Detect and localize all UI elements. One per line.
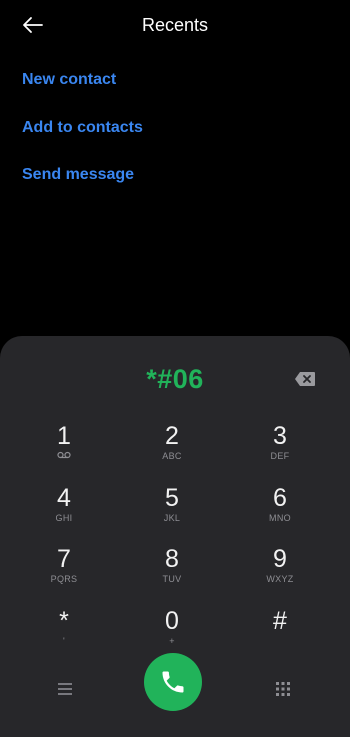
key-2[interactable]: 2 ABC [122, 422, 222, 478]
key-letters: JKL [163, 513, 181, 523]
key-digit: * [59, 607, 69, 635]
key-letters: ABC [162, 451, 182, 461]
dialer-screen: Recents New contact Add to contacts Send… [0, 0, 350, 737]
call-button[interactable] [144, 653, 202, 711]
key-digit: 7 [57, 545, 71, 573]
menu-button[interactable] [50, 676, 80, 702]
add-to-contacts-option[interactable]: Add to contacts [22, 112, 143, 160]
key-1[interactable]: 1 [14, 422, 114, 478]
key-5[interactable]: 5 JKL [122, 484, 222, 540]
key-9[interactable]: 9 WXYZ [230, 545, 330, 601]
key-star[interactable]: * ' [14, 607, 114, 663]
phone-icon [162, 671, 184, 693]
key-letters: WXYZ [266, 574, 294, 584]
key-digit: 8 [165, 545, 179, 573]
key-digit: 4 [57, 484, 71, 512]
key-letters: DEF [270, 451, 290, 461]
key-hash[interactable]: # [230, 607, 330, 663]
dialpad-toggle-button[interactable] [268, 676, 298, 702]
key-letters: + [169, 636, 175, 646]
voicemail-icon [14, 450, 114, 462]
options-list: New contact Add to contacts Send message [22, 64, 143, 207]
key-letters: MNO [269, 513, 291, 523]
backspace-button[interactable] [294, 371, 316, 387]
key-digit: 3 [273, 422, 287, 450]
key-letters: ' [62, 636, 66, 646]
key-letters: PQRS [50, 574, 78, 584]
key-digit: 5 [165, 484, 179, 512]
key-3[interactable]: 3 DEF [230, 422, 330, 478]
page-title: Recents [141, 15, 209, 35]
dialpad-panel: * #0 6 1 2 ABC 3 DEF 4 GHI 5 JKL 6 MNO 7 P… [0, 336, 350, 737]
header: Recents [0, 0, 350, 52]
key-4[interactable]: 4 GHI [14, 484, 114, 540]
dialpad-grid-icon [276, 682, 290, 696]
menu-icon [58, 683, 72, 695]
key-digit: 0 [165, 607, 179, 635]
key-6[interactable]: 6 MNO [230, 484, 330, 540]
send-message-option[interactable]: Send message [22, 159, 143, 207]
key-7[interactable]: 7 PQRS [14, 545, 114, 601]
backspace-icon [295, 372, 315, 386]
key-digit: 9 [273, 545, 287, 573]
new-contact-option[interactable]: New contact [22, 64, 143, 112]
key-letters: TUV [162, 574, 182, 584]
key-digit: 6 [273, 484, 287, 512]
key-letters: GHI [55, 513, 73, 523]
key-digit: 2 [165, 422, 179, 450]
key-8[interactable]: 8 TUV [122, 545, 222, 601]
key-digit: # [273, 607, 287, 635]
key-digit: 1 [57, 422, 71, 450]
